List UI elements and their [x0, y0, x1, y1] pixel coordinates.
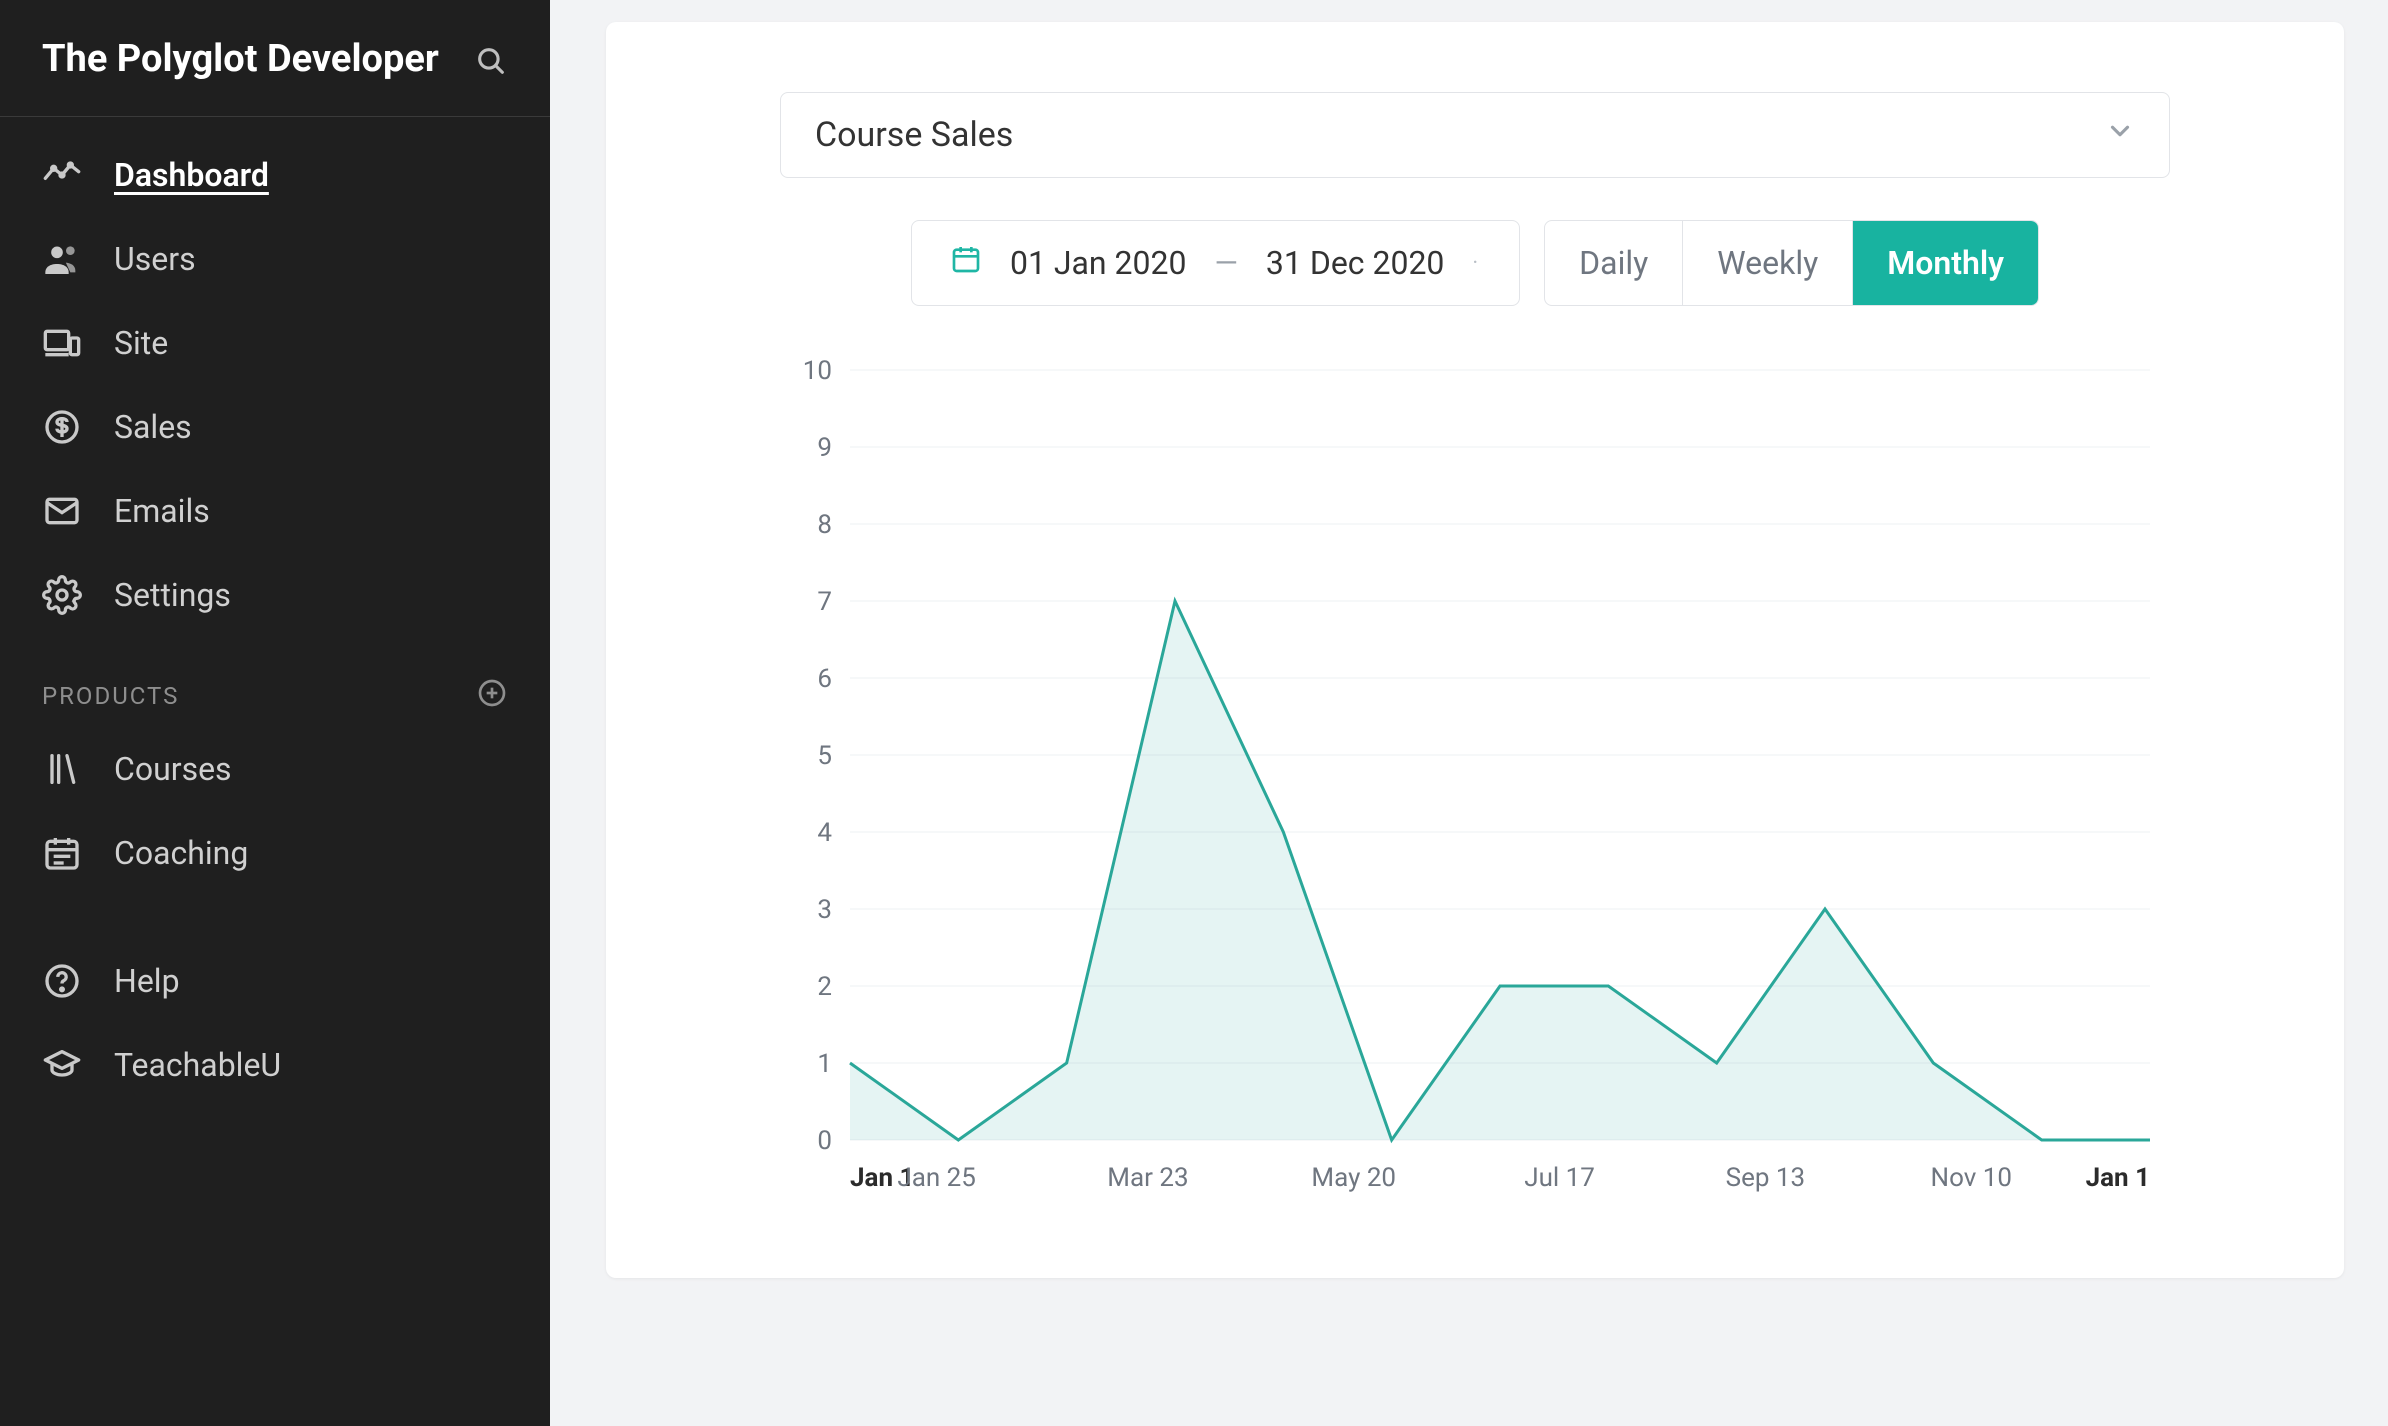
granularity-segmented: Daily Weekly Monthly [1544, 220, 2039, 306]
granularity-monthly[interactable]: Monthly [1853, 221, 2038, 305]
svg-text:4: 4 [817, 818, 832, 848]
svg-text:5: 5 [817, 741, 832, 771]
nav-main: Dashboard Users Site Sales Emails [0, 117, 550, 637]
sidebar-header: The Polyglot Developer [0, 0, 550, 117]
date-range-dash: — [1214, 246, 1237, 281]
svg-text:Jul 17: Jul 17 [1524, 1163, 1595, 1193]
svg-text:Jan 25: Jan 25 [897, 1163, 976, 1193]
nav-teachableu[interactable]: TeachableU [0, 1023, 550, 1107]
svg-text:May 20: May 20 [1311, 1163, 1396, 1193]
svg-text:1: 1 [817, 1049, 832, 1079]
svg-text:3: 3 [817, 895, 832, 925]
main: Course Sales 01 Jan 2020 — 31 Dec 2020 ·… [550, 0, 2388, 1426]
sales-chart-svg: 0 1 2 3 4 5 6 7 8 9 10 Jan 1 Jan 25 Mar 23 May 20 Jul 1… [780, 360, 2170, 1220]
dollar-icon [42, 407, 82, 447]
search-button[interactable] [474, 36, 508, 82]
nav-settings[interactable]: Settings [0, 553, 550, 637]
date-end: 31 Dec 2020 [1266, 244, 1445, 282]
nav-label: Emails [114, 492, 210, 530]
dashboard-card: Course Sales 01 Jan 2020 — 31 Dec 2020 ·… [606, 22, 2344, 1278]
nav-bottom: Help TeachableU [0, 923, 550, 1107]
nav-products: Courses Coaching [0, 727, 550, 895]
svg-text:Nov 10: Nov 10 [1931, 1163, 2012, 1193]
nav-label: Sales [114, 408, 192, 446]
svg-text:6: 6 [817, 664, 832, 694]
nav-sales[interactable]: Sales [0, 385, 550, 469]
nav-help[interactable]: Help [0, 939, 550, 1023]
search-icon [474, 44, 508, 82]
nav-label: Courses [114, 750, 232, 788]
date-range-picker[interactable]: 01 Jan 2020 — 31 Dec 2020 · [911, 220, 1520, 306]
brand-title: The Polyglot Developer [42, 36, 439, 84]
nav-label: Site [114, 324, 168, 362]
granularity-weekly[interactable]: Weekly [1683, 221, 1853, 305]
controls-row: 01 Jan 2020 — 31 Dec 2020 · Daily Weekly… [676, 220, 2274, 306]
grad-cap-icon [42, 1045, 82, 1085]
nav-label: Settings [114, 576, 231, 614]
nav-site[interactable]: Site [0, 301, 550, 385]
svg-text:Sep 13: Sep 13 [1726, 1163, 1806, 1193]
calendar-icon [42, 833, 82, 873]
date-start: 01 Jan 2020 [1010, 244, 1187, 282]
sidebar: The Polyglot Developer Dashboard Users S… [0, 0, 550, 1426]
granularity-daily[interactable]: Daily [1545, 221, 1683, 305]
svg-text:7: 7 [817, 587, 832, 617]
svg-text:Jan 1: Jan 1 [2086, 1163, 2150, 1193]
svg-text:0: 0 [817, 1126, 832, 1156]
svg-text:8: 8 [817, 510, 832, 540]
help-icon [42, 961, 82, 1001]
plus-circle-icon [476, 687, 508, 715]
gear-icon [42, 575, 82, 615]
svg-text:Mar 23: Mar 23 [1107, 1163, 1188, 1193]
nav-label: Coaching [114, 834, 248, 872]
nav-coaching[interactable]: Coaching [0, 811, 550, 895]
chevron-down-icon [2105, 115, 2135, 155]
products-heading: PRODUCTS [0, 637, 550, 727]
nav-label: Help [114, 962, 180, 1000]
date-range-more: · [1472, 251, 1481, 276]
svg-text:2: 2 [817, 972, 832, 1002]
courses-icon [42, 749, 82, 789]
devices-icon [42, 323, 82, 363]
svg-text:10: 10 [803, 360, 832, 386]
nav-label: Dashboard [114, 156, 269, 194]
add-product-button[interactable] [476, 677, 508, 715]
sales-chart: 0 1 2 3 4 5 6 7 8 9 10 Jan 1 Jan 25 Mar 23 May 20 Jul 1… [780, 360, 2170, 1220]
svg-text:9: 9 [817, 433, 832, 463]
nav-label: TeachableU [114, 1046, 281, 1084]
users-icon [42, 239, 82, 279]
products-heading-label: PRODUCTS [42, 682, 179, 710]
metric-select[interactable]: Course Sales [780, 92, 2170, 178]
metric-select-label: Course Sales [815, 115, 1013, 155]
nav-label: Users [114, 240, 196, 278]
nav-courses[interactable]: Courses [0, 727, 550, 811]
dashboard-icon [42, 155, 82, 195]
mail-icon [42, 491, 82, 531]
calendar-icon [950, 243, 982, 283]
nav-users[interactable]: Users [0, 217, 550, 301]
nav-dashboard[interactable]: Dashboard [0, 133, 550, 217]
nav-emails[interactable]: Emails [0, 469, 550, 553]
